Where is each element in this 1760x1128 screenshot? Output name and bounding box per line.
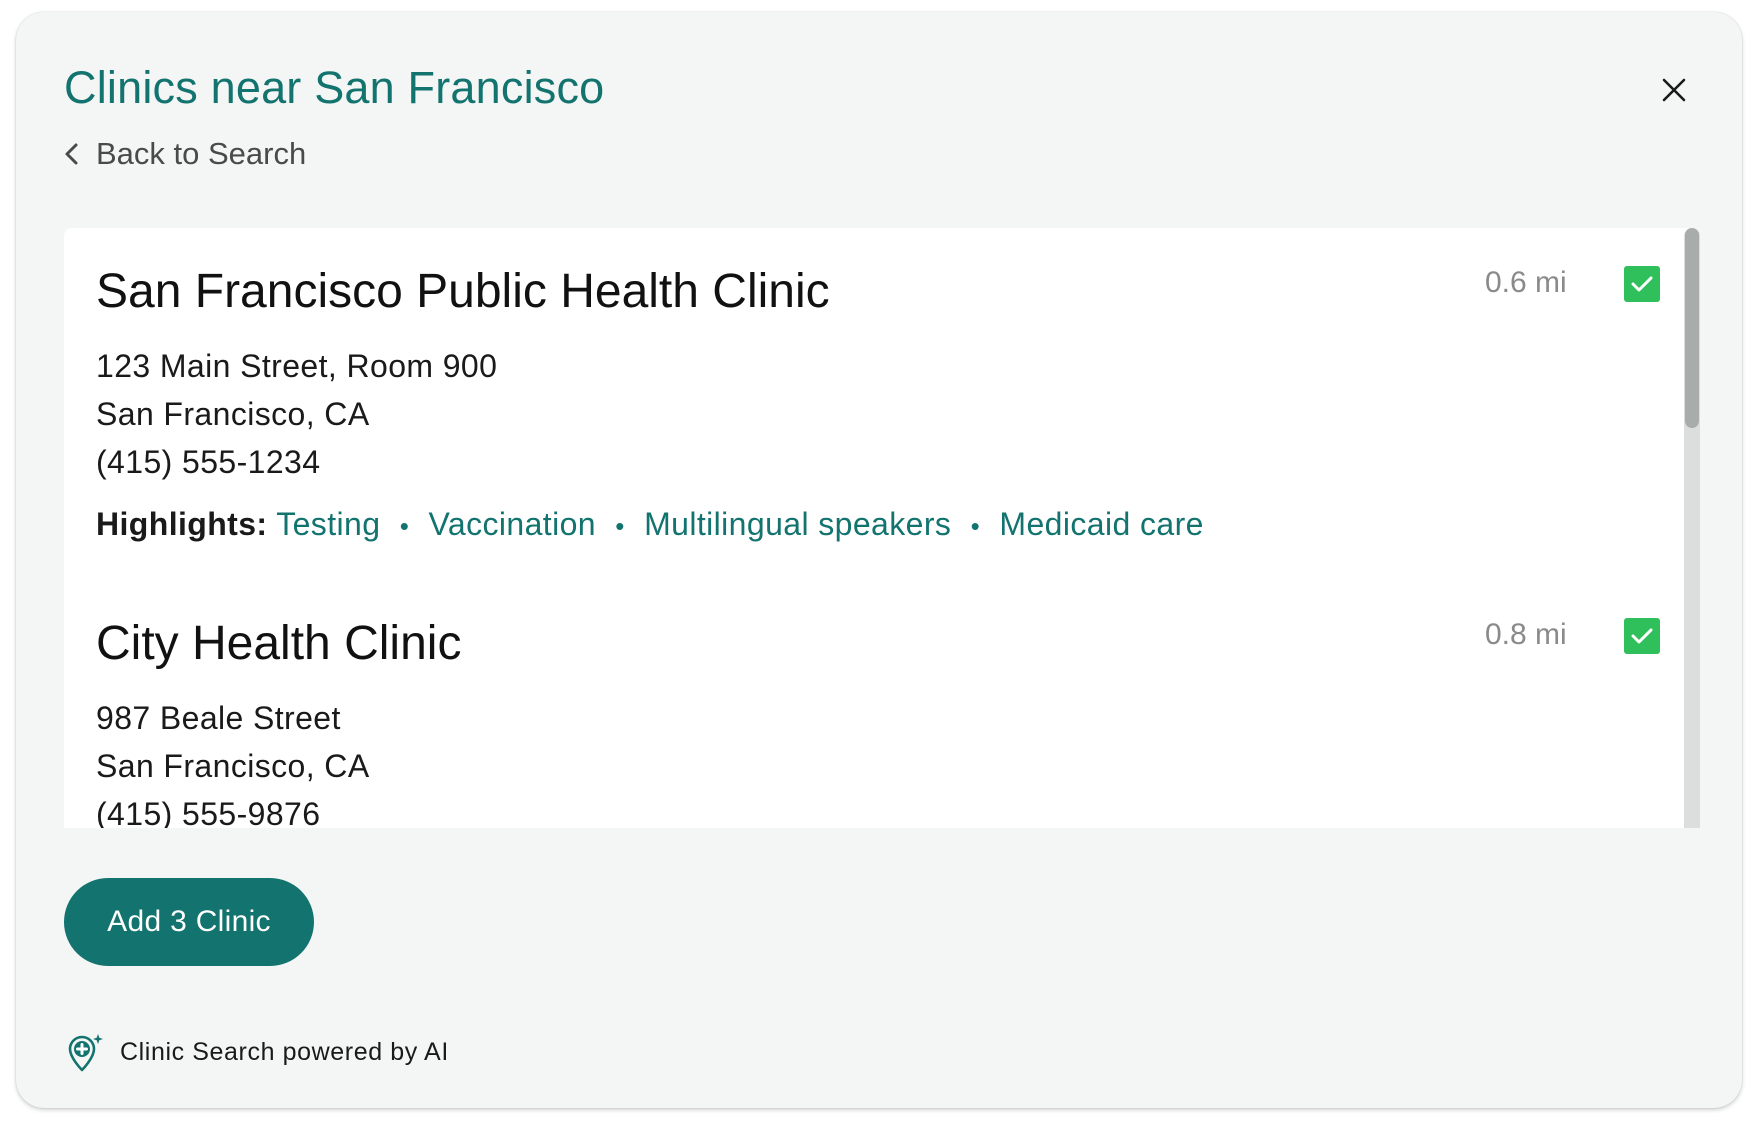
highlights-label: Highlights: [96,506,268,542]
clinic-phone: (415) 555-1234 [96,444,321,480]
add-clinics-button[interactable]: Add 3 Clinic [64,878,314,966]
clinic-ai-pin-icon [68,1034,103,1072]
highlight-tag: Medicaid care [999,506,1204,542]
checkmark-icon [1631,628,1653,644]
highlight-tag: Multilingual speakers [644,506,952,542]
clinic-distance: 0.6 mi [1485,266,1567,299]
clinic-phone: (415) 555-9876 [96,796,321,828]
back-to-search-link[interactable]: Back to Search [62,136,306,172]
clinic-address-line2: San Francisco, CA [96,748,370,784]
clinic-address-line1: 987 Beale Street [96,700,341,736]
highlight-separator: • [399,511,410,541]
footer: Clinic Search powered by AI [64,1032,449,1072]
clinic-list[interactable]: San Francisco Public Health Clinic 0.6 m… [64,228,1700,828]
back-to-search-label: Back to Search [96,136,307,171]
highlight-separator: • [970,511,981,541]
close-button[interactable] [1652,68,1696,112]
clinic-name: City Health Clinic [96,617,462,670]
clinic-results-dialog: Clinics near San Francisco Back to Searc… [16,12,1742,1108]
checkmark-icon [1631,276,1653,292]
highlight-tag: Vaccination [428,506,596,542]
close-icon [1662,78,1686,102]
page-title: Clinics near San Francisco [64,62,605,113]
footer-text: Clinic Search powered by AI [120,1037,449,1066]
clinic-address: 987 Beale Street San Francisco, CA (415)… [96,694,370,828]
scrollbar-track[interactable] [1684,228,1700,828]
clinic-select-checkbox[interactable] [1624,618,1660,654]
clinic-select-checkbox[interactable] [1624,266,1660,302]
clinic-address-line2: San Francisco, CA [96,396,370,432]
clinic-name: San Francisco Public Health Clinic [96,265,830,318]
highlight-separator: • [615,511,625,541]
clinic-address-line1: 123 Main Street, Room 900 [96,348,498,384]
scrollbar-thumb[interactable] [1685,228,1699,428]
clinic-address: 123 Main Street, Room 900 San Francisco,… [96,342,497,486]
clinic-distance: 0.8 mi [1485,618,1567,651]
chevron-left-icon [65,143,78,165]
clinic-highlights: Highlights: Testing • Vaccination • Mult… [96,506,1204,543]
highlight-tag: Testing [276,506,381,542]
